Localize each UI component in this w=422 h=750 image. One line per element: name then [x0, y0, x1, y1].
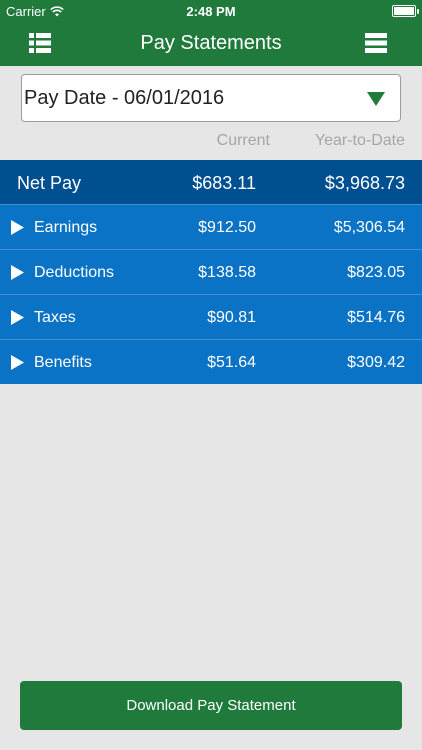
- earnings-current: $912.50: [198, 219, 256, 236]
- pay-date-select[interactable]: Pay Date - 06/01/2016: [21, 74, 401, 122]
- deductions-label: Deductions: [34, 264, 115, 281]
- deductions-current: $138.58: [198, 264, 256, 281]
- expand-triangle-icon: [11, 310, 24, 325]
- benefits-row[interactable]: Benefits $51.64 $309.42: [0, 339, 422, 384]
- status-bar: Carrier 2:48 PM: [0, 0, 422, 22]
- net-pay-label: Net Pay: [17, 173, 82, 193]
- page-title: Pay Statements: [140, 32, 282, 54]
- expand-triangle-icon: [11, 265, 24, 280]
- earnings-row[interactable]: Earnings $912.50 $5,306.54: [0, 204, 422, 249]
- download-pay-statement-button[interactable]: Download Pay Statement: [20, 681, 402, 730]
- taxes-ytd: $514.76: [347, 309, 405, 326]
- net-pay-row: Net Pay $683.11 $3,968.73: [0, 160, 422, 204]
- benefits-label: Benefits: [34, 354, 92, 371]
- taxes-label: Taxes: [34, 309, 76, 326]
- earnings-ytd: $5,306.54: [333, 219, 405, 236]
- taxes-current: $90.81: [207, 309, 256, 326]
- battery-icon: [392, 5, 419, 17]
- expand-triangle-icon: [11, 220, 24, 235]
- benefits-current: $51.64: [207, 354, 256, 371]
- menu-icon[interactable]: [365, 32, 391, 56]
- net-pay-ytd: $3,968.73: [324, 173, 405, 193]
- net-pay-current: $683.11: [192, 173, 256, 193]
- benefits-ytd: $309.42: [347, 354, 405, 371]
- deductions-row[interactable]: Deductions $138.58 $823.05: [0, 249, 422, 294]
- deductions-ytd: $823.05: [347, 264, 405, 281]
- status-time: 2:48 PM: [186, 4, 236, 19]
- earnings-label: Earnings: [34, 219, 98, 236]
- dropdown-triangle-icon: [367, 92, 385, 106]
- column-header-current: Current: [216, 132, 270, 149]
- expand-triangle-icon: [11, 355, 24, 370]
- taxes-row[interactable]: Taxes $90.81 $514.76: [0, 294, 422, 339]
- nav-bar: Pay Statements: [0, 22, 422, 66]
- pay-summary-table: Net Pay $683.11 $3,968.73 Earnings $912.…: [0, 160, 422, 384]
- column-header-ytd: Year-to-Date: [314, 132, 405, 149]
- pay-date-value: Pay Date - 06/01/2016: [24, 87, 225, 109]
